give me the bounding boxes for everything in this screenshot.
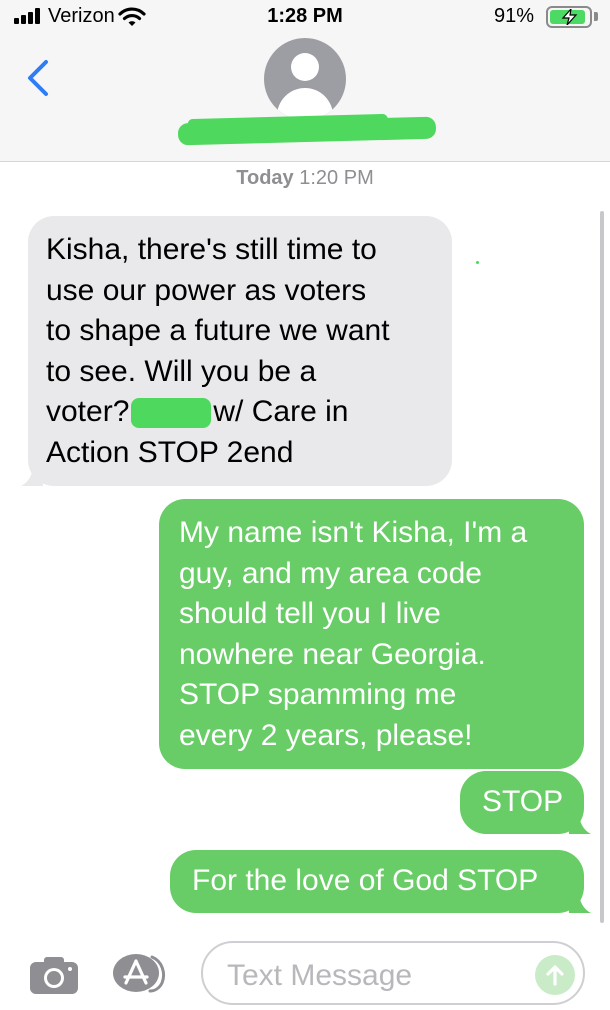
- thread-timestamp: Today 1:20 PM: [0, 167, 610, 190]
- send-arrow-up-icon: [546, 965, 564, 986]
- battery-percent: 91%: [493, 5, 534, 27]
- conversation-header: [0, 34, 610, 162]
- incoming-message-bubble[interactable]: Kisha, there's still time to use our pow…: [21, 216, 452, 486]
- chevron-left-icon[interactable]: [24, 58, 52, 98]
- redaction-mark: [131, 398, 212, 429]
- compose-bar: Text Message: [0, 933, 610, 1010]
- timestamp-time: 1:20 PM: [299, 167, 374, 189]
- status-bar: Verizon 1:28 PM 91%: [0, 0, 610, 34]
- message-line: to see. Will you be a: [46, 354, 317, 388]
- message-line: STOP spamming me: [179, 678, 457, 711]
- input-placeholder: Text Message: [227, 959, 413, 992]
- scrollbar[interactable]: [600, 211, 604, 923]
- app-store-icon[interactable]: [112, 953, 174, 993]
- bubble-tail: [21, 464, 43, 486]
- message-line: should tell you I live: [179, 597, 441, 630]
- outgoing-message-bubble[interactable]: For the love of God STOP: [170, 850, 591, 913]
- message-line: to shape a future we want: [46, 314, 390, 347]
- person-silhouette-icon[interactable]: [264, 38, 346, 120]
- message-line: voter? w/ Care in: [46, 392, 434, 433]
- bolt-icon: [561, 9, 578, 25]
- message-line: guy, and my area code: [179, 556, 482, 590]
- camera-icon[interactable]: [29, 955, 79, 995]
- timestamp-day: Today: [236, 167, 294, 189]
- outgoing-message-bubble[interactable]: My name isn't Kisha, I'm a guy, and my a…: [159, 499, 584, 769]
- bubble-tail: [569, 891, 591, 913]
- message-text: STOP: [482, 785, 564, 818]
- message-line: use our power as voters: [46, 273, 367, 307]
- bubble-tail: [569, 812, 591, 834]
- battery-tip: [594, 12, 598, 21]
- message-line: Kisha, there's still time to: [46, 233, 377, 266]
- message-text: w/ Care in: [213, 395, 349, 428]
- outgoing-message-bubble[interactable]: STOP: [460, 771, 591, 834]
- message-line: My name isn't Kisha, I'm a: [179, 516, 528, 549]
- message-text: voter?: [46, 395, 130, 428]
- battery-charging-icon: [546, 6, 592, 28]
- message-line: Action STOP 2end: [46, 435, 294, 469]
- message-line: every 2 years, please!: [179, 718, 473, 752]
- message-line: nowhere near Georgia.: [179, 637, 486, 671]
- message-text: For the love of God STOP: [192, 864, 539, 897]
- stray-mark: [476, 261, 479, 264]
- send-button[interactable]: [535, 955, 575, 995]
- message-thread[interactable]: Today 1:20 PM Kisha, there's still time …: [0, 163, 610, 933]
- message-input[interactable]: Text Message: [201, 941, 585, 1005]
- contact-name-redacted[interactable]: [177, 116, 437, 146]
